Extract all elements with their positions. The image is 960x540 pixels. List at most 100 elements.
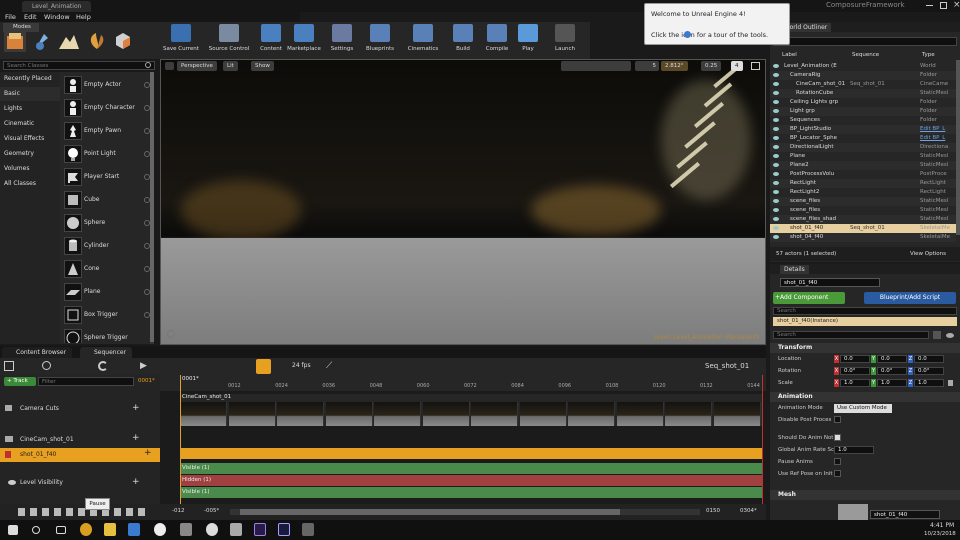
track-level-visibility[interactable]: Level Visibility + (0, 475, 160, 491)
add-icon[interactable]: + (132, 403, 140, 413)
toolbar-content-button[interactable]: Content (258, 24, 284, 58)
component-instance-row[interactable]: shot_01_f40(Instance) (773, 317, 957, 326)
visibility-eye-icon[interactable] (773, 199, 779, 203)
scale-y[interactable]: 1.0 (877, 379, 907, 387)
place-list-scrollbar[interactable] (150, 72, 154, 344)
toolbar-build-button[interactable]: Build (448, 24, 478, 58)
visibility-eye-icon[interactable] (773, 100, 779, 104)
place-item[interactable]: Plane (62, 281, 152, 303)
scale-z[interactable]: 1.0 (914, 379, 944, 387)
level-viewport[interactable]: Perspective Lit Show 5 2.812° 0.25 4 Lev… (160, 59, 766, 345)
outliner-row[interactable]: Plane2 StaticMesl (770, 161, 956, 170)
outliner-row[interactable]: RectLight RectLight (770, 179, 956, 188)
disable-post-process-checkbox[interactable] (834, 416, 841, 423)
camera-cut-section[interactable]: CineCam_shot_01 (180, 394, 762, 426)
clock-time[interactable]: 4:41 PM (930, 522, 954, 529)
fps-dropdown[interactable]: 24 fps (292, 362, 311, 369)
outliner-row[interactable]: RectLight2 RectLight (770, 188, 956, 197)
show-button[interactable]: Show (251, 61, 274, 71)
outliner-row[interactable]: shot_04_f40 SkeletalMe (770, 233, 956, 242)
end-in-field[interactable]: 0150 (706, 508, 720, 514)
outliner-row[interactable]: Sequences Folder (770, 116, 956, 125)
menu-window[interactable]: Window (44, 12, 70, 22)
toolbar-settings-button[interactable]: Settings (326, 24, 358, 58)
toolbar-compile-button[interactable]: Compile (482, 24, 512, 58)
end-out-field[interactable]: 0304* (740, 508, 757, 514)
play-options-icon[interactable]: ▶ (140, 361, 147, 371)
start-in-field[interactable]: -012 (172, 508, 184, 514)
location-x[interactable]: 0.0 (840, 355, 870, 363)
category-basic[interactable]: Basic (0, 87, 60, 101)
toolbar-play-button[interactable]: Play (514, 24, 542, 58)
outliner-row[interactable]: DirectionalLight Directiona (770, 143, 956, 152)
rotation-z[interactable]: 0.0° (914, 367, 944, 375)
menu-file[interactable]: File (5, 12, 16, 22)
outliner-row-type[interactable]: Edit BP_L (920, 125, 945, 134)
perspective-button[interactable]: Perspective (177, 61, 217, 71)
place-item[interactable]: Cylinder (62, 235, 152, 257)
app-icon[interactable] (180, 523, 192, 536)
view-options-button[interactable]: View Options (910, 247, 946, 261)
global-anim-rate-field[interactable]: 1.0 (834, 446, 874, 454)
outliner-row[interactable]: Light grp Folder (770, 107, 956, 116)
eye-icon[interactable] (946, 333, 954, 338)
landscape-mode-icon[interactable] (58, 30, 80, 52)
visibility-eye-icon[interactable] (773, 181, 779, 185)
category-cinematic[interactable]: Cinematic (0, 117, 60, 131)
visibility-eye-icon[interactable] (773, 172, 779, 176)
track-cinecam[interactable]: CineCam_shot_01 + (0, 433, 160, 447)
add-track-button[interactable]: + Track (4, 377, 36, 386)
outliner-row[interactable]: shot_01_f40 Seq_shot_01 SkeletalMe (770, 224, 956, 233)
premiere-icon[interactable] (254, 523, 266, 536)
outliner-scrollbar[interactable] (956, 60, 960, 235)
category-geometry[interactable]: Geometry (0, 147, 60, 161)
play-reverse-icon[interactable] (54, 508, 61, 516)
store-icon[interactable] (128, 523, 140, 536)
category-recently-placed[interactable]: Recently Placed (0, 72, 60, 86)
outliner-row[interactable]: scene_files StaticMesl (770, 197, 956, 206)
place-item[interactable]: Empty Character (62, 97, 152, 119)
close-icon[interactable]: × (953, 0, 960, 10)
outliner-search[interactable] (773, 37, 957, 46)
rotation-x[interactable]: 0.0° (840, 367, 870, 375)
menu-edit[interactable]: Edit (24, 12, 37, 22)
visibility-eye-icon[interactable] (773, 208, 779, 212)
playhead-line[interactable] (180, 375, 181, 504)
outliner-row[interactable]: scene_files_shad StaticMesl (770, 215, 956, 224)
unreal-engine-icon[interactable] (154, 523, 166, 536)
actor-name-field[interactable]: shot_01_f40 (780, 278, 880, 287)
toolbar-source-control-button[interactable]: Source Control (204, 24, 254, 58)
unreal-launcher-icon[interactable] (206, 523, 218, 536)
outliner-row[interactable]: CameraRig Folder (770, 71, 956, 80)
prev-key-icon[interactable] (42, 508, 49, 516)
grid-snap-icon[interactable]: 5 (635, 61, 659, 71)
place-mode-icon[interactable] (4, 30, 26, 52)
category-volumes[interactable]: Volumes (0, 162, 60, 176)
timeline-scrollbar[interactable] (230, 509, 700, 515)
end-marker[interactable] (762, 375, 763, 504)
step-forward-icon[interactable] (114, 508, 121, 516)
track-camera-cuts[interactable]: Camera Cuts + (0, 393, 160, 425)
visibility-eye-icon[interactable] (773, 136, 779, 140)
clock-date[interactable]: 10/23/2018 (924, 531, 956, 537)
tutorial-icon[interactable] (684, 31, 691, 38)
menu-help[interactable]: Help (76, 12, 91, 22)
should-do-anim-notify-checkbox[interactable] (834, 434, 841, 441)
mesh-section[interactable]: Mesh (770, 490, 960, 500)
location-label[interactable]: Location (778, 356, 801, 362)
outliner-row[interactable]: Plane StaticMesl (770, 152, 956, 161)
camera-speed-value[interactable]: 0.25 (701, 61, 722, 71)
column-sequence[interactable]: Sequence (852, 52, 879, 58)
visibility-eye-icon[interactable] (773, 118, 779, 122)
maximize-icon[interactable] (940, 2, 947, 9)
toolbar-launch-button[interactable]: Launch (550, 24, 580, 58)
app-icon[interactable] (230, 523, 242, 536)
category-all-classes[interactable]: All Classes (0, 177, 60, 191)
pause-anims-checkbox[interactable] (834, 458, 841, 465)
outliner-row[interactable]: Ceiling Lights grp Folder (770, 98, 956, 107)
outliner-row-type[interactable]: Edit BP_L (920, 134, 945, 143)
add-icon[interactable]: + (132, 477, 140, 487)
place-item[interactable]: Sphere (62, 212, 152, 234)
animation-section[interactable]: Animation (770, 392, 960, 402)
property-matrix-icon[interactable] (933, 331, 941, 339)
